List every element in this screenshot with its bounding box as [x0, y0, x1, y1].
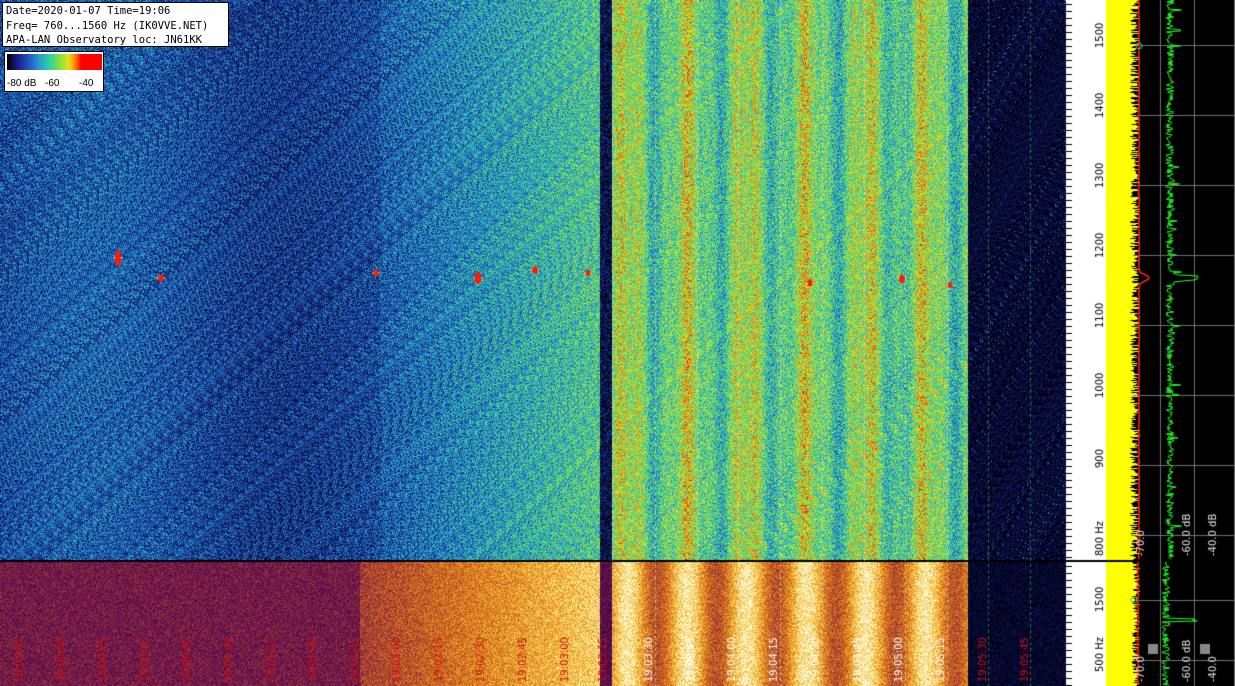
color-scale-legend: -80 dB -60 -40 [4, 51, 104, 92]
info-box: Date=2020-01-07 Time=19:06 Freq= 760...15… [2, 2, 229, 47]
info-date-line: Date=2020-01-07 Time=19:06 [6, 5, 171, 17]
color-scale-label-min: -80 dB [7, 78, 37, 89]
color-scale-label-max: -40 [79, 78, 94, 89]
info-freq-line: Freq= 760...1560 Hz (IK0VVE.NET) [6, 19, 209, 32]
spectrogram-canvas [0, 0, 1235, 686]
info-location-line: APA-LAN Observatory loc: JN61KK [6, 34, 202, 46]
color-scale-label-mid: -60 [45, 78, 60, 89]
color-scale-gradient [7, 54, 102, 70]
